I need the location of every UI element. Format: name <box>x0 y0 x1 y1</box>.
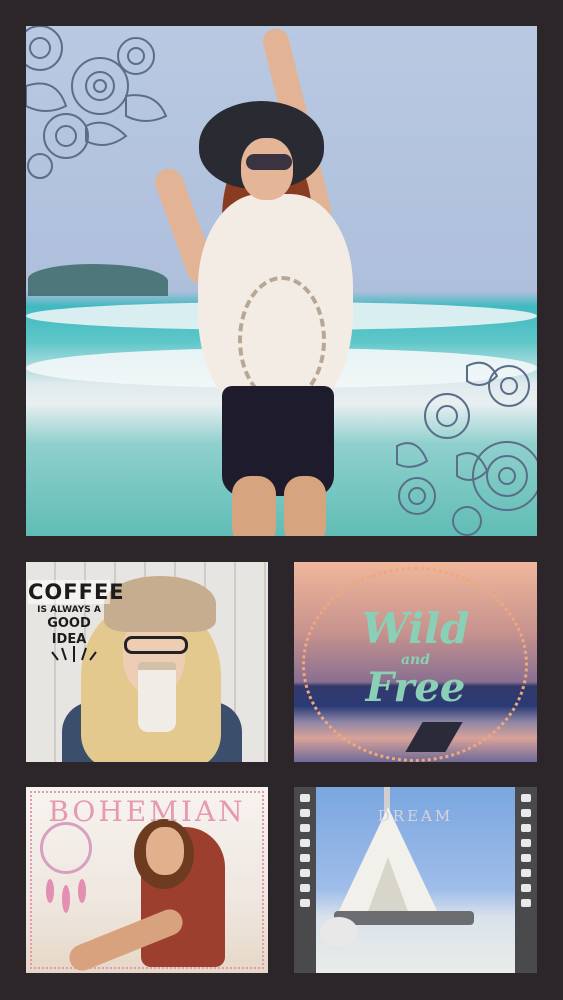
collage-tile-main-photo[interactable] <box>26 26 537 536</box>
top-pattern <box>238 276 326 404</box>
dreamcatcher-icon <box>40 822 92 874</box>
pouf <box>320 917 358 947</box>
collage-tile-coffee[interactable]: COFFEE IS ALWAYS A GOOD IDEA <box>26 562 268 762</box>
collage-tile-wild-and-free[interactable]: Wild and Free <box>294 562 537 762</box>
person-leg <box>284 476 326 536</box>
eyeglasses <box>124 636 188 654</box>
collage-tile-bohemian[interactable]: BOHEMIAN <box>26 787 268 973</box>
bench <box>334 911 474 925</box>
teepee-door <box>366 857 410 917</box>
sunburst-icon <box>51 646 97 662</box>
dreamcatcher-feathers-icon <box>46 879 86 913</box>
wild-title: Wild <box>361 604 470 653</box>
coffee-quote-sticker[interactable]: COFFEE IS ALWAYS A GOOD IDEA <box>28 580 125 648</box>
film-strip-left <box>294 787 316 973</box>
coffee-quote-line: IS ALWAYS A <box>37 605 101 615</box>
mandala-sticker-icon[interactable] <box>387 346 537 536</box>
film-strip-right <box>515 787 537 973</box>
coffee-cup <box>138 662 176 732</box>
dream-title: DREAM <box>377 807 454 825</box>
person-face <box>146 827 184 875</box>
coffee-quote-line: COFFEE <box>28 580 125 604</box>
bohemian-title: BOHEMIAN <box>48 795 246 828</box>
collage-tile-teepee[interactable]: DREAM <box>294 787 537 973</box>
mandala-sticker-icon[interactable] <box>26 26 176 186</box>
free-title: Free <box>365 664 466 711</box>
person-leg <box>232 476 276 536</box>
sunglasses <box>246 154 292 170</box>
island-shape <box>28 264 168 296</box>
